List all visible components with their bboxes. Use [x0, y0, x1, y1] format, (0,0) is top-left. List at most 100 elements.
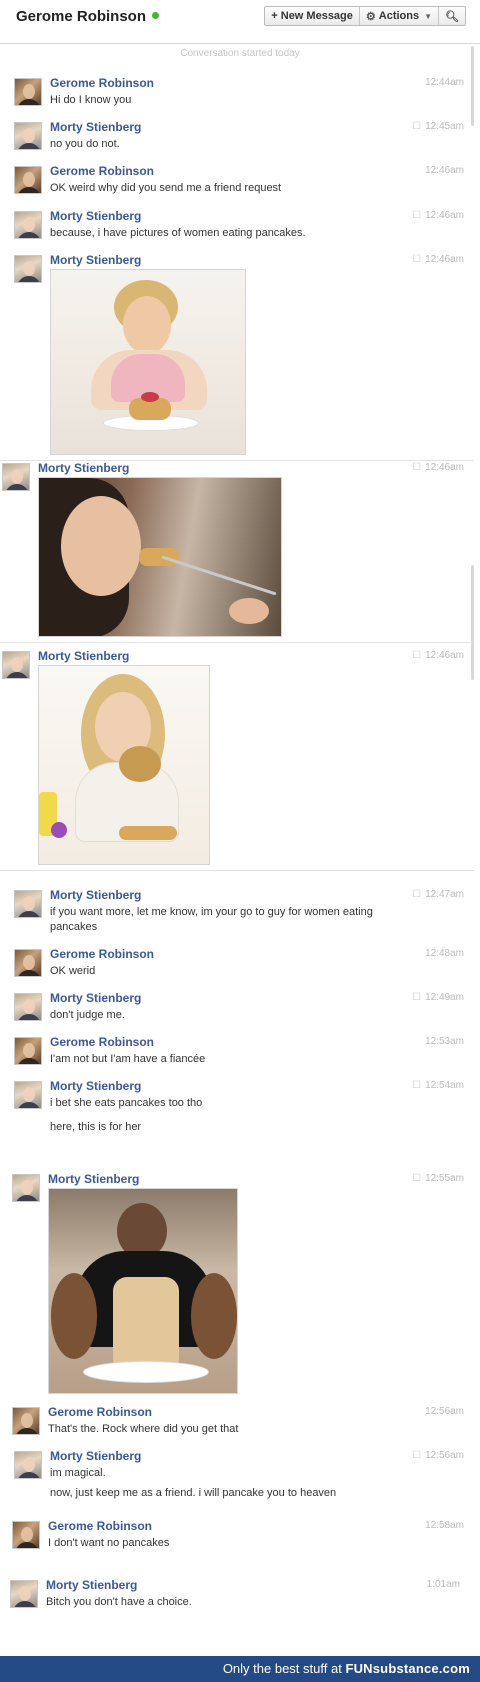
search-button[interactable]: 🔍︎	[439, 7, 465, 25]
avatar[interactable]	[14, 255, 42, 283]
message-author[interactable]: Gerome Robinson	[48, 1405, 152, 1419]
message-author[interactable]: Gerome Robinson	[50, 947, 154, 961]
seen-icon: ☐	[412, 462, 422, 473]
message-text: i bet she eats pancakes too tho	[50, 1097, 203, 1109]
footer-tagline: Only the best stuff at	[222, 1661, 342, 1676]
seen-icon: ☐	[412, 992, 422, 1003]
message-time: 12:44am	[425, 77, 464, 88]
photo-attachment[interactable]	[38, 665, 210, 865]
actions-label: Actions	[378, 10, 420, 22]
avatar[interactable]	[14, 1451, 42, 1479]
message-author[interactable]: Morty Stienberg	[50, 209, 141, 223]
message-time-text: 12:47am	[425, 889, 464, 900]
message-time: ☐ 12:56am	[412, 1450, 464, 1461]
avatar[interactable]	[14, 1037, 42, 1065]
actions-button[interactable]: ⚙ Actions ▼	[360, 7, 440, 25]
avatar[interactable]	[14, 949, 42, 977]
message-author[interactable]: Morty Stienberg	[50, 1079, 141, 1093]
message-time-text: 12:45am	[425, 121, 464, 132]
message-author[interactable]: Morty Stienberg	[38, 649, 129, 663]
avatar[interactable]	[14, 78, 42, 106]
message: Gerome Robinson 12:58am I don't want no …	[12, 1519, 464, 1553]
watermark-footer: Only the best stuff at FUNsubstance.com	[0, 1656, 480, 1682]
scrollbar-middle[interactable]	[471, 565, 474, 680]
avatar[interactable]	[14, 166, 42, 194]
avatar[interactable]	[2, 463, 30, 491]
seen-icon: ☐	[412, 254, 422, 265]
seen-icon: ☐	[412, 889, 422, 900]
chevron-down-icon: ▼	[424, 11, 433, 21]
message-text: OK werid	[50, 965, 96, 977]
avatar[interactable]	[12, 1174, 40, 1202]
message-author[interactable]: Morty Stienberg	[50, 888, 141, 902]
message: Gerome Robinson 12:56am That's the. Rock…	[12, 1405, 464, 1439]
message-time: ☐ 12:46am	[412, 462, 464, 473]
conversation-title[interactable]: Gerome Robinson	[16, 8, 160, 25]
message-author[interactable]: Gerome Robinson	[50, 164, 154, 178]
avatar[interactable]	[14, 993, 42, 1021]
message-time-text: 12:56am	[425, 1450, 464, 1461]
message-time: ☐ 12:47am	[412, 889, 464, 900]
footer-brand[interactable]: FUNsubstance.com	[345, 1661, 470, 1676]
avatar[interactable]	[12, 1407, 40, 1435]
photo-attachment[interactable]	[50, 269, 246, 455]
message-time: 12:56am	[425, 1406, 464, 1417]
message: Morty Stienberg ☐ 12:54am i bet she eats …	[14, 1079, 464, 1133]
avatar[interactable]	[12, 1521, 40, 1549]
seen-icon: ☐	[412, 1173, 422, 1184]
seen-icon: ☐	[412, 650, 422, 661]
message-text: Hi do I know you	[50, 94, 132, 106]
message-text: Bitch you don't have a choice.	[46, 1596, 192, 1608]
avatar[interactable]	[14, 211, 42, 239]
message-author[interactable]: Morty Stienberg	[38, 461, 129, 475]
message-author[interactable]: Gerome Robinson	[50, 1035, 154, 1049]
avatar[interactable]	[14, 1081, 42, 1109]
message-text: now, just keep me as a friend. i will pa…	[50, 1487, 337, 1499]
message: Gerome Robinson 12:53am I'am not but I'a…	[14, 1035, 464, 1069]
photo-attachment[interactable]	[48, 1188, 238, 1394]
new-message-button[interactable]: + New Message	[265, 7, 360, 25]
message-author[interactable]: Gerome Robinson	[48, 1519, 152, 1533]
scrollbar-top[interactable]	[471, 46, 474, 126]
avatar[interactable]	[10, 1580, 38, 1608]
message-author[interactable]: Morty Stienberg	[50, 120, 141, 134]
message: Gerome Robinson 12:46am OK weird why did…	[14, 164, 464, 198]
message-text: im magical.	[50, 1467, 106, 1479]
avatar[interactable]	[14, 122, 42, 150]
avatar[interactable]	[2, 651, 30, 679]
message-author[interactable]: Gerome Robinson	[50, 76, 154, 90]
gear-icon: ⚙	[365, 10, 376, 23]
avatar[interactable]	[14, 890, 42, 918]
message-time: ☐ 12:54am	[412, 1080, 464, 1091]
message: Morty Stienberg ☐ 12:49am don't judge me.	[14, 991, 464, 1025]
divider	[0, 870, 474, 871]
message: Morty Stienberg ☐ 12:56am im magical. now…	[14, 1449, 464, 1503]
search-icon: 🔍︎	[445, 10, 459, 23]
photo-attachment[interactable]	[38, 477, 282, 637]
message-text: no you do not.	[50, 138, 120, 150]
message-time: 12:46am	[425, 165, 464, 176]
seen-icon: ☐	[412, 1450, 422, 1461]
message-time: ☐ 12:46am	[412, 254, 464, 265]
message: Gerome Robinson 12:48am OK werid	[14, 947, 464, 981]
message-time: ☐ 12:45am	[412, 121, 464, 132]
message: Morty Stienberg ☐ 12:46am	[2, 461, 464, 637]
message-time: ☐ 12:46am	[412, 650, 464, 661]
message-author[interactable]: Morty Stienberg	[50, 253, 141, 267]
seen-icon: ☐	[412, 121, 422, 132]
message-text: don't judge me.	[50, 1009, 125, 1021]
message: Gerome Robinson 12:44am Hi do I know you	[14, 76, 464, 110]
message-time: 12:58am	[425, 1520, 464, 1531]
message-author[interactable]: Morty Stienberg	[50, 1449, 141, 1463]
message-text: if you want more, let me know, im your g…	[50, 906, 373, 933]
online-status-icon	[152, 11, 160, 19]
message: Morty Stienberg ☐ 12:46am	[2, 649, 464, 867]
message-text: here, this is for her	[50, 1121, 142, 1133]
message-time-text: 12:49am	[425, 992, 464, 1003]
seen-icon: ☐	[412, 1080, 422, 1091]
message-time: 12:53am	[425, 1036, 464, 1047]
message-author[interactable]: Morty Stienberg	[46, 1578, 137, 1592]
message-author[interactable]: Morty Stienberg	[50, 991, 141, 1005]
message-author[interactable]: Morty Stienberg	[48, 1172, 139, 1186]
message: Morty Stienberg ☐ 12:55am	[12, 1172, 464, 1396]
